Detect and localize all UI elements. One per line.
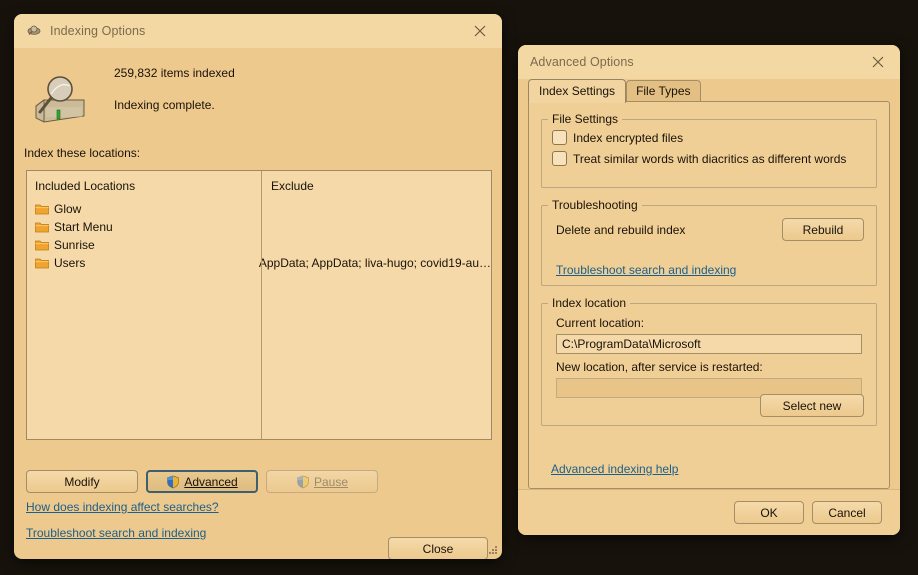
troubleshooting-legend: Troubleshooting (552, 198, 638, 212)
indexing-options-body: 259,832 items indexed Indexing complete.… (14, 48, 502, 559)
close-icon[interactable] (856, 45, 900, 79)
table-row[interactable]: Sunrise (27, 236, 491, 254)
select-new-button-label: Select new (782, 398, 842, 413)
modify-button[interactable]: Modify (26, 470, 138, 493)
tab-file-types[interactable]: File Types (626, 80, 701, 102)
pause-button[interactable]: Pause (266, 470, 378, 493)
indexing-status-texts: 259,832 items indexed Indexing complete. (114, 62, 235, 112)
treat-diacritics-row[interactable]: Treat similar words with diacritics as d… (542, 151, 876, 166)
advanced-options-titlebar[interactable]: Advanced Options (518, 45, 900, 79)
folder-icon (35, 221, 49, 233)
select-new-button[interactable]: Select new (760, 394, 864, 417)
location-name: Sunrise (54, 238, 95, 252)
file-settings-legend: File Settings (552, 112, 619, 126)
index-location-group: Index location Current location: C:\Prog… (541, 296, 877, 426)
location-rows: Glow Start Menu Sunrise Users AppData; A… (27, 200, 491, 272)
indexing-action-buttons: Modify Advanced Pause (26, 470, 378, 493)
rebuild-button[interactable]: Rebuild (782, 218, 864, 241)
uac-shield-icon (166, 475, 180, 489)
advanced-options-footer: OK Cancel (518, 489, 900, 535)
hard-drive-search-icon (30, 74, 92, 130)
advanced-indexing-help-link[interactable]: Advanced indexing help (551, 462, 678, 476)
current-location-field[interactable]: C:\ProgramData\Microsoft (556, 334, 862, 354)
location-name: Users (54, 256, 86, 270)
index-location-legend: Index location (552, 296, 627, 310)
index-encrypted-files-checkbox[interactable] (552, 130, 567, 145)
location-name-cell: Glow (27, 202, 261, 216)
current-location-label: Current location: (556, 316, 645, 330)
column-divider (261, 171, 262, 439)
cancel-button[interactable]: Cancel (812, 501, 882, 524)
rebuild-button-label: Rebuild (802, 222, 844, 237)
cancel-button-label: Cancel (828, 505, 866, 520)
location-name-cell: Sunrise (27, 238, 261, 252)
uac-shield-icon (296, 475, 310, 489)
table-row[interactable]: Glow (27, 200, 491, 218)
troubleshoot-search-and-indexing-link[interactable]: Troubleshoot search and indexing (26, 526, 206, 540)
advanced-indexing-help-row: Advanced indexing help (551, 462, 678, 476)
indexing-options-title: Indexing Options (50, 23, 146, 38)
troubleshoot-link-row: Troubleshoot search and indexing (542, 241, 876, 277)
index-encrypted-files-row[interactable]: Index encrypted files (542, 130, 876, 145)
table-row[interactable]: Start Menu (27, 218, 491, 236)
location-name: Glow (54, 202, 82, 216)
troubleshoot-link-row: Troubleshoot search and indexing (26, 526, 206, 540)
index-settings-panel: File Settings Index encrypted files Trea… (528, 101, 890, 489)
included-locations-list[interactable]: Included Locations Exclude Glow Start Me… (26, 170, 492, 440)
troubleshooting-group: Troubleshooting Delete and rebuild index… (541, 198, 877, 286)
new-location-label: New location, after service is restarted… (556, 360, 763, 374)
indexing-state-text: Indexing complete. (114, 98, 215, 112)
troubleshoot-search-and-indexing-link[interactable]: Troubleshoot search and indexing (556, 263, 736, 277)
column-header-exclude[interactable]: Exclude (261, 179, 314, 193)
resize-grip-icon[interactable] (487, 544, 499, 556)
index-encrypted-files-label: Index encrypted files (573, 130, 684, 145)
rebuild-row: Delete and rebuild index Rebuild (542, 212, 876, 241)
tab-index-settings[interactable]: Index Settings (528, 79, 627, 103)
advanced-options-tabs: Index Settings File Types (528, 79, 701, 103)
advanced-options-body: Index Settings File Types File Settings … (518, 79, 900, 535)
indexing-options-titlebar[interactable]: Indexing Options (14, 14, 502, 48)
close-icon[interactable] (458, 14, 502, 48)
how-does-indexing-link-row: How does indexing affect searches? (26, 500, 219, 514)
how-does-indexing-affect-searches-link[interactable]: How does indexing affect searches? (26, 500, 219, 514)
folder-icon (35, 203, 49, 215)
ok-button-label: OK (760, 505, 778, 520)
location-name: Start Menu (54, 220, 113, 234)
advanced-button[interactable]: Advanced (146, 470, 258, 493)
folder-icon (35, 239, 49, 251)
indexed-item-count: 259,832 items indexed (114, 66, 235, 80)
table-row[interactable]: Users AppData; AppData; liva-hugo; covid… (27, 254, 491, 272)
location-name-cell: Users (27, 256, 249, 270)
close-button[interactable]: Close (388, 537, 488, 559)
column-header-included[interactable]: Included Locations (27, 179, 261, 193)
file-settings-group: File Settings Index encrypted files Trea… (541, 112, 877, 188)
location-exclude: AppData; AppData; liva-hugo; covid19-au… (258, 256, 491, 270)
indexing-options-window: Indexing Options 259,832 items indexed I… (14, 14, 502, 559)
folder-icon (35, 257, 49, 269)
advanced-options-window: Advanced Options Index Settings File Typ… (518, 45, 900, 535)
advanced-accesskey: Advanced (184, 474, 238, 489)
advanced-options-title: Advanced Options (530, 54, 634, 69)
treat-diacritics-checkbox[interactable] (552, 151, 567, 166)
indexing-options-icon (26, 23, 42, 39)
advanced-button-label: Advanced (184, 475, 237, 489)
ok-button[interactable]: OK (734, 501, 804, 524)
pause-button-label: Pause (313, 474, 349, 489)
list-column-headers: Included Locations Exclude (27, 171, 491, 193)
locations-label: Index these locations: (24, 146, 141, 160)
rebuild-description: Delete and rebuild index (556, 222, 686, 237)
location-name-cell: Start Menu (27, 220, 261, 234)
indexing-status-row: 259,832 items indexed Indexing complete. (14, 48, 502, 130)
modify-button-label: Modify (64, 474, 100, 489)
treat-diacritics-label: Treat similar words with diacritics as d… (573, 151, 847, 166)
close-button-label: Close (422, 541, 454, 556)
